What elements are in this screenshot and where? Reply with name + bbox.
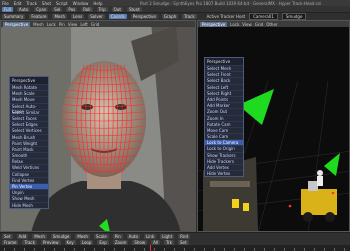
viewport-tab-view[interactable]: View [242,22,252,27]
toolbar-button-auto[interactable]: Auto [16,6,31,12]
room-tab-mesh[interactable]: Mesh [52,14,67,19]
window-title: Part 3 Smudge · SynthEyes Pro 1807 Build… [140,0,322,6]
left-eye [81,104,93,110]
viewport-tab-other[interactable]: Other [266,22,277,27]
bottom-button[interactable]: Light [160,233,175,239]
toolbar-button-cyan[interactable]: Cyan [34,6,49,12]
tracker-marker [331,191,335,195]
menu-item[interactable]: Hide Mesh [10,201,48,208]
viewport-right-context-menu: Perspective Select Mesh Select Front Selec… [204,57,244,178]
bottom-button[interactable]: Smudge [50,233,72,239]
menu-item[interactable]: Hide Vertex [205,170,243,176]
bottom-button[interactable]: Exp [97,239,109,245]
bottom-button[interactable]: Mesh [32,233,47,239]
menu-window[interactable]: Window [73,1,89,6]
viewport-tab-pin[interactable]: Pin [59,22,65,27]
bottom-button[interactable]: Scale [93,233,109,239]
bottom-button[interactable]: Key [64,239,76,245]
bottom-button[interactable]: Set [2,233,13,239]
viewport-right-tabs: Perspective Lock View Grid Other [198,21,349,27]
bottom-button[interactable]: Show [132,239,148,245]
perspective-viewport-left[interactable]: Perspective Mesh Lock Pin View Left Grid Persp… [0,20,196,232]
room-tab-graph[interactable]: Graph [161,14,179,19]
menu-help[interactable]: Help [93,1,102,6]
bottom-button[interactable]: Mesh [75,233,90,239]
bottom-button[interactable]: Track [22,239,37,245]
room-tab-coords[interactable]: Coords [108,14,127,19]
viewport-tab-left[interactable]: Left [80,22,88,27]
toolbar-button-roll[interactable]: Roll [81,6,93,12]
bottom-button[interactable]: Pin [112,233,123,239]
person-head [317,170,323,176]
viewport-tab-grid[interactable]: Grid [255,22,263,27]
bottom-button[interactable]: Trk [164,239,174,245]
warning-sign-1 [232,199,239,208]
forklift-body [301,189,337,215]
toolbar-button-out[interactable]: Out [111,6,123,12]
room-toolbar: Summary Feature Mesh Lens Solver Coords Perspe… [0,13,350,20]
shed-window [210,181,250,187]
person-body [317,176,323,186]
viewport-tab-view[interactable]: View [68,22,78,27]
camera-select[interactable]: Camera01 [249,13,278,20]
bottom-button[interactable]: Auto [126,233,140,239]
object-select[interactable]: Smudge [281,13,307,20]
viewport-tab-perspective[interactable]: Perspective [3,21,31,27]
toolbar-button-stunt[interactable]: Stunt [126,6,142,12]
viewport-left-context-menu: Perspective Mesh Rotate Mesh Scale Mesh Mo… [9,76,49,209]
menu-edit[interactable]: Edit [14,1,22,6]
menu-header: Perspective [205,58,243,65]
room-tab-perspective[interactable]: Perspective [130,14,158,19]
bottom-button[interactable]: All [151,239,161,245]
menu-items: Select Mesh Select Front Select Back Select… [205,65,243,176]
bottom-button[interactable]: Link [143,233,157,239]
bottom-button[interactable]: Frame [2,239,19,245]
room-tabs: Summary Feature Mesh Lens Solver Coords Perspe… [2,14,197,19]
perspective-viewport-right[interactable]: Perspective Lock View Grid Other Perspective… [197,20,350,232]
bottom-panel: Set Add Mesh Smudge Mesh Scale Pin Auto Link Ligh… [0,232,350,251]
forklift-wheel-front [303,212,313,222]
room-tab-lens[interactable]: Lens [71,14,85,19]
room-tab-feature[interactable]: Feature [29,14,49,19]
right-eye [115,104,127,110]
forklift-seat [308,181,318,191]
room-tab-summary[interactable]: Summary [2,14,26,19]
menu-track[interactable]: Track [26,1,36,6]
menu-items: Mesh Rotate Mesh Scale Mesh Move Select Aut… [10,84,48,208]
room-tab-track[interactable]: Track [182,14,197,19]
menu-script[interactable]: Script [56,1,68,6]
timeline-playhead[interactable] [150,245,151,251]
mode-label: Active Tracker Host [206,14,246,19]
forklift-wheel-rear [325,212,335,222]
room-tab-solver[interactable]: Solver [88,14,105,19]
viewport-tab-lock[interactable]: Lock [230,22,239,27]
toolbar-button-sel[interactable]: Sel [52,6,63,12]
main-toolbar: Full Auto Cyan Sel Pos Roll Trip Out Stunt [0,6,350,13]
menu-shot[interactable]: Shot [42,1,51,6]
bottom-button[interactable]: Rnd [178,233,190,239]
viewport-left-tabs: Perspective Mesh Lock Pin View Left Grid [1,21,195,27]
warning-sign-2 [243,203,249,211]
bottom-button[interactable]: Loop [79,239,94,245]
tracker-marker [288,204,292,208]
viewport-tab-perspective[interactable]: Perspective [200,21,228,27]
menu-file[interactable]: File [2,1,9,6]
bottom-button[interactable]: Add [16,233,29,239]
toolbar-button-full[interactable]: Full [2,6,13,12]
toolbar-button-trip[interactable]: Trip [96,6,108,12]
timeline-bar[interactable] [0,245,350,251]
viewport-tab-mesh[interactable]: Mesh [33,22,44,27]
viewport-tab-grid[interactable]: Grid [91,22,99,27]
menu-header: Perspective [10,77,48,84]
toolbar-button-pos[interactable]: Pos [66,6,78,12]
bottom-button[interactable]: Set [177,239,189,245]
menu-item[interactable]: Lock to Camera [205,139,243,146]
bottom-button[interactable]: Preview [40,239,61,245]
bottom-button[interactable]: Zoom [112,239,129,245]
viewport-tab-lock[interactable]: Lock [47,22,56,27]
